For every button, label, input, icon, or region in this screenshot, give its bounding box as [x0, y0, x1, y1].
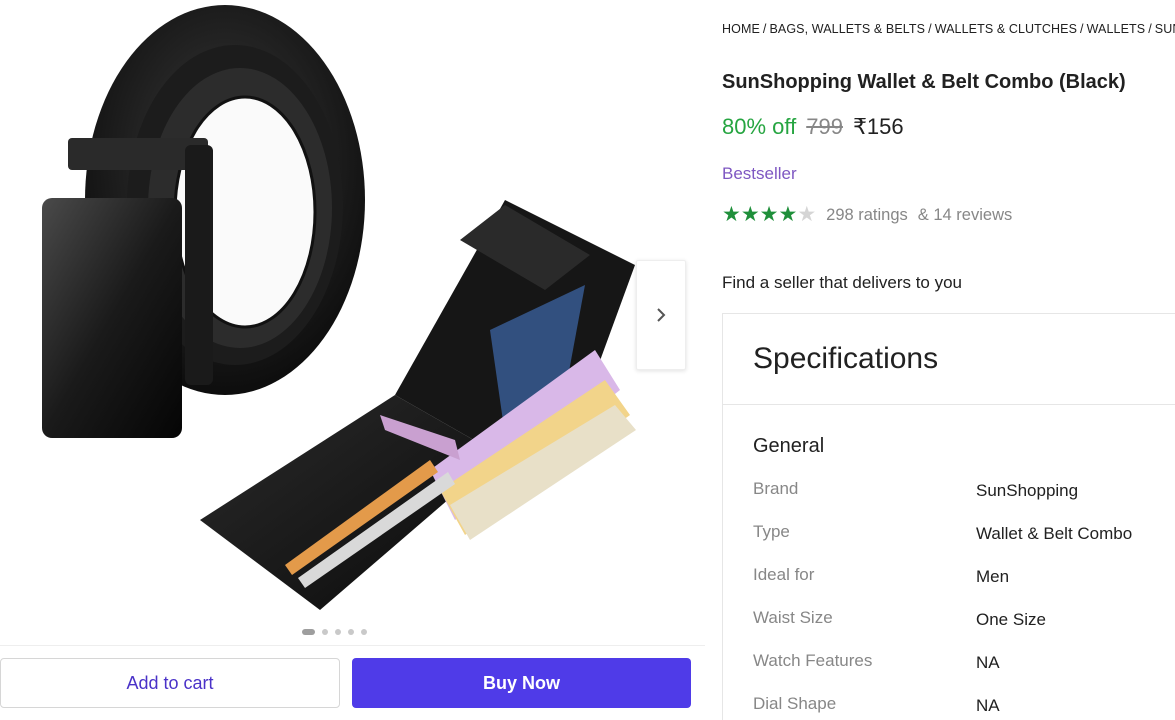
chevron-right-icon	[657, 308, 666, 322]
spec-key: Dial Shape	[753, 694, 837, 713]
pagination-dot[interactable]	[335, 629, 341, 635]
spec-value: NA	[976, 653, 1000, 672]
product-title: SunShopping Wallet & Belt Combo (Black)	[722, 71, 1126, 93]
price-row: 80% off 799 ₹156	[722, 114, 904, 140]
buy-now-button[interactable]: Buy Now	[352, 658, 691, 708]
spec-value: SunShopping	[976, 481, 1079, 500]
spec-row: Dial Shape NA	[753, 694, 1173, 720]
breadcrumb-separator: /	[762, 22, 767, 36]
find-seller-prompt[interactable]: Find a seller that delivers to you	[722, 273, 962, 293]
spec-key: Waist Size	[753, 608, 833, 627]
spec-section-general: General	[753, 435, 825, 457]
product-details: HOME / BAGS, WALLETS & BELTS / WALLETS & CLU…	[722, 0, 1175, 720]
pagination-dot[interactable]	[348, 629, 354, 635]
star-icon: ★	[740, 203, 760, 226]
specifications-panel: Specifications General Brand SunShopping…	[722, 313, 1175, 720]
image-pagination-dots	[302, 629, 367, 635]
breadcrumb-wallets-clutches[interactable]: WALLETS & CLUTCHES	[935, 22, 1077, 36]
breadcrumb-current[interactable]: SUN	[1155, 22, 1175, 36]
pagination-dot[interactable]	[302, 629, 315, 635]
breadcrumb-separator: /	[1148, 22, 1152, 36]
breadcrumb-bags[interactable]: BAGS, WALLETS & BELTS	[769, 22, 925, 36]
spec-row: Ideal for Men	[753, 565, 1173, 595]
star-icon: ★	[797, 203, 817, 226]
product-gallery: Add to cart Buy Now	[0, 0, 705, 720]
spec-key: Brand	[753, 479, 799, 498]
selling-price: ₹156	[852, 114, 904, 139]
spec-row: Brand SunShopping	[753, 479, 1173, 509]
reviews-count: & 14 reviews	[917, 205, 1013, 224]
specifications-title: Specifications	[753, 342, 939, 375]
spec-value: Men	[976, 567, 1010, 586]
breadcrumb-wallets[interactable]: WALLETS	[1087, 22, 1146, 36]
pagination-dot[interactable]	[361, 629, 367, 635]
breadcrumb: HOME / BAGS, WALLETS & BELTS / WALLETS & CLU…	[722, 22, 1175, 36]
spec-key: Watch Features	[753, 651, 873, 670]
breadcrumb-home[interactable]: HOME	[722, 22, 760, 36]
breadcrumb-separator: /	[928, 22, 932, 36]
pagination-dot[interactable]	[322, 629, 328, 635]
star-icon: ★	[759, 203, 779, 226]
product-image[interactable]	[0, 0, 640, 620]
discount-percent: 80% off	[722, 114, 797, 139]
add-to-cart-button[interactable]: Add to cart	[0, 658, 340, 708]
breadcrumb-separator: /	[1080, 22, 1084, 36]
spec-key: Ideal for	[753, 565, 815, 584]
star-icon: ★	[722, 203, 741, 226]
spec-value: NA	[976, 696, 1000, 715]
spec-row: Waist Size One Size	[753, 608, 1173, 638]
divider	[723, 404, 1175, 405]
rating-summary[interactable]: ★ ★ ★ ★ ★ 298 ratings & 14 reviews	[722, 204, 1012, 226]
spec-row: Watch Features NA	[753, 651, 1173, 681]
bestseller-badge: Bestseller	[722, 164, 797, 183]
ratings-count: 298 ratings	[826, 205, 908, 224]
original-price: 799	[806, 114, 843, 139]
next-image-button[interactable]	[636, 260, 686, 370]
star-rating: ★ ★ ★ ★ ★	[722, 204, 816, 226]
purchase-action-bar: Add to cart Buy Now	[0, 645, 705, 720]
spec-row: Type Wallet & Belt Combo	[753, 522, 1173, 552]
spec-key: Type	[753, 522, 790, 541]
star-icon: ★	[778, 203, 798, 226]
spec-value: One Size	[976, 610, 1046, 629]
spec-value: Wallet & Belt Combo	[976, 524, 1133, 543]
